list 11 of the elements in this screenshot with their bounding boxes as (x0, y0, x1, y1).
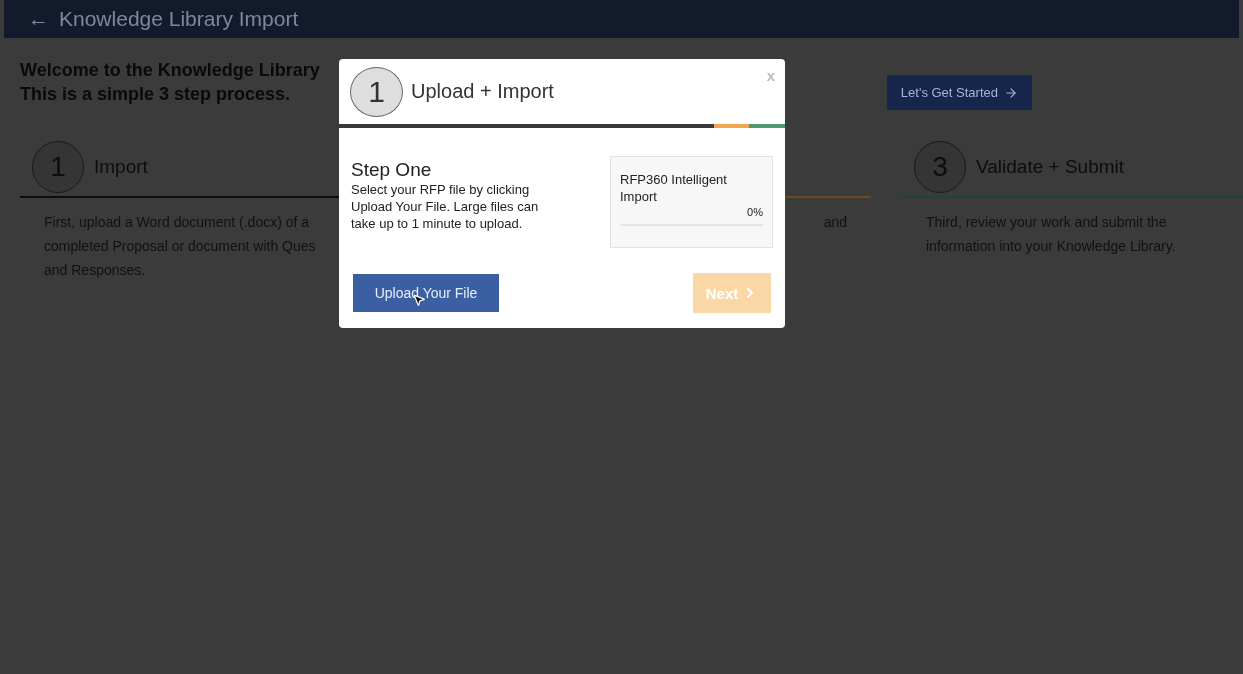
step-number: 1 (350, 66, 403, 117)
dialog-title: Upload + Import (411, 80, 554, 103)
progress-label: RFP360 Intelligent Import (620, 171, 728, 205)
upload-file-button[interactable]: Upload Your File (353, 274, 499, 312)
page-title: Knowledge Library Import (59, 7, 299, 31)
back-arrow[interactable]: ← (28, 7, 49, 31)
get-started-button[interactable]: Let's Get Started (886, 75, 1032, 110)
step-heading: Step One (351, 159, 433, 181)
step-instructions: Select your RFP file by clicking Upload Your File. Large files can take up to 1 minute to upload. (351, 181, 540, 232)
progress-reading: 0% (746, 206, 763, 218)
arrow-right-icon (1004, 85, 1018, 100)
